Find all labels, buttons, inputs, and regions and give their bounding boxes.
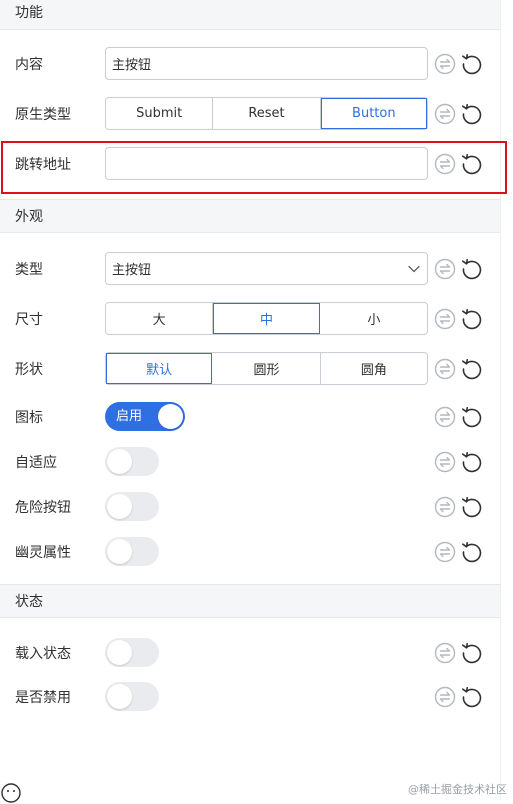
- toggle-knob: [107, 640, 132, 665]
- shape-option-round[interactable]: 圆角: [321, 353, 427, 384]
- section-title: 状态: [15, 594, 43, 610]
- reset-icon[interactable]: [460, 450, 484, 474]
- reset-icon[interactable]: [460, 685, 484, 709]
- row-disabled: 是否禁用: [0, 674, 500, 720]
- shape-radio-group: 默认 圆形 圆角: [105, 352, 428, 385]
- native-type-option-reset[interactable]: Reset: [213, 98, 321, 129]
- toggle-knob: [158, 404, 183, 429]
- bind-variable-icon[interactable]: [433, 450, 457, 474]
- row-adaptive: 自适应: [0, 439, 500, 485]
- field-label: 危险按钮: [15, 500, 71, 516]
- section-appearance-header[interactable]: 外观: [0, 199, 500, 233]
- shape-option-default[interactable]: 默认: [106, 353, 213, 384]
- section-title: 外观: [15, 209, 43, 225]
- field-label: 原生类型: [15, 107, 71, 123]
- section-state-header[interactable]: 状态: [0, 584, 500, 618]
- row-actions: [433, 539, 484, 565]
- row-actions: [433, 356, 484, 382]
- field-label: 内容: [15, 57, 43, 73]
- row-content: 内容 主按钮: [0, 41, 500, 87]
- bind-variable-icon[interactable]: [433, 102, 457, 126]
- size-option-small[interactable]: 小: [321, 303, 427, 334]
- bind-variable-icon[interactable]: [433, 307, 457, 331]
- row-actions: [433, 684, 484, 710]
- size-option-large[interactable]: 大: [106, 303, 214, 334]
- row-actions: [433, 101, 484, 127]
- row-size: 尺寸 大 中 小: [0, 296, 500, 342]
- bind-variable-icon[interactable]: [433, 405, 457, 429]
- field-label: 自适应: [15, 455, 57, 471]
- size-radio-group: 大 中 小: [105, 302, 428, 335]
- reset-icon[interactable]: [460, 540, 484, 564]
- reset-icon[interactable]: [460, 495, 484, 519]
- bind-variable-icon[interactable]: [433, 52, 457, 76]
- property-panel: 功能 内容 主按钮 原生类型 Submit Reset Button 跳转地址: [0, 0, 501, 800]
- ghost-toggle[interactable]: [105, 537, 159, 566]
- adaptive-toggle[interactable]: [105, 447, 159, 476]
- type-select[interactable]: 主按钮: [105, 252, 428, 285]
- chevron-down-icon: [408, 265, 420, 272]
- field-label: 图标: [15, 410, 43, 426]
- bind-variable-icon[interactable]: [433, 357, 457, 381]
- section-function-header[interactable]: 功能: [0, 0, 500, 30]
- loading-toggle[interactable]: [105, 638, 159, 667]
- row-native-type: 原生类型 Submit Reset Button: [0, 91, 500, 137]
- toggle-knob: [107, 449, 132, 474]
- size-option-medium[interactable]: 中: [213, 303, 320, 334]
- bind-variable-icon[interactable]: [433, 540, 457, 564]
- row-danger: 危险按钮: [0, 484, 500, 530]
- row-icon: 图标 启用: [0, 394, 500, 440]
- bind-variable-icon[interactable]: [433, 685, 457, 709]
- bind-variable-icon[interactable]: [433, 641, 457, 665]
- type-select-value: 主按钮: [112, 263, 152, 278]
- row-actions: [433, 306, 484, 332]
- reset-icon[interactable]: [460, 102, 484, 126]
- row-shape: 形状 默认 圆形 圆角: [0, 346, 500, 392]
- reset-icon[interactable]: [460, 357, 484, 381]
- content-input[interactable]: 主按钮: [105, 47, 428, 80]
- field-label: 形状: [15, 362, 43, 378]
- row-actions: [433, 449, 484, 475]
- field-label: 是否禁用: [15, 690, 71, 706]
- field-label: 类型: [15, 262, 43, 278]
- row-type: 类型 主按钮: [0, 246, 500, 292]
- reset-icon[interactable]: [460, 307, 484, 331]
- toggle-knob: [107, 494, 132, 519]
- shape-option-circle[interactable]: 圆形: [213, 353, 321, 384]
- row-actions: [433, 640, 484, 666]
- field-label: 尺寸: [15, 312, 43, 328]
- native-type-option-button[interactable]: Button: [321, 98, 427, 129]
- field-label: 幽灵属性: [15, 545, 71, 561]
- native-type-radio-group: Submit Reset Button: [105, 97, 428, 130]
- icon-toggle[interactable]: 启用: [105, 402, 185, 431]
- reset-icon[interactable]: [460, 52, 484, 76]
- reset-icon[interactable]: [460, 405, 484, 429]
- bind-variable-icon[interactable]: [433, 495, 457, 519]
- danger-toggle[interactable]: [105, 492, 159, 521]
- watermark: @稀土掘金技术社区: [408, 783, 507, 796]
- toggle-knob: [107, 684, 132, 709]
- field-label: 载入状态: [15, 646, 71, 662]
- section-title: 功能: [15, 5, 43, 21]
- content-input-value: 主按钮: [112, 58, 152, 73]
- toggle-text: 启用: [116, 409, 143, 424]
- row-actions: [433, 494, 484, 520]
- disabled-toggle[interactable]: [105, 682, 159, 711]
- bind-variable-icon[interactable]: [433, 257, 457, 281]
- highlight-box: [1, 141, 507, 194]
- row-ghost: 幽灵属性: [0, 529, 500, 575]
- row-actions: [433, 256, 484, 282]
- reset-icon[interactable]: [460, 257, 484, 281]
- reset-icon[interactable]: [460, 641, 484, 665]
- smiley-icon[interactable]: [0, 782, 22, 804]
- native-type-option-submit[interactable]: Submit: [106, 98, 214, 129]
- toggle-knob: [107, 539, 132, 564]
- row-loading: 载入状态: [0, 630, 500, 676]
- row-actions: [433, 51, 484, 77]
- row-actions: [433, 404, 484, 430]
